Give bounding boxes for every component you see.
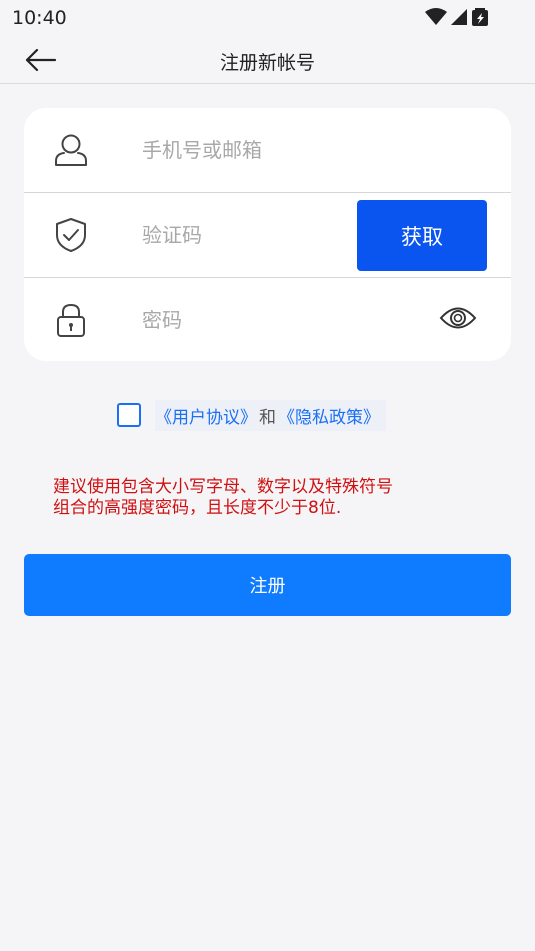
password-input[interactable]	[142, 302, 362, 338]
register-form-card: 获取	[24, 108, 511, 361]
status-bar: 10:40	[0, 0, 535, 36]
agreement-text: 《用户协议》 和 《隐私政策》	[155, 399, 386, 431]
password-hint: 建议使用包含大小写字母、数字以及特殊符号 组合的高强度密码，且长度不少于8位.	[53, 477, 493, 519]
privacy-policy-link[interactable]: 《隐私政策》	[278, 403, 380, 428]
account-row	[24, 108, 511, 192]
password-hint-line-2: 组合的高强度密码，且长度不少于8位.	[53, 498, 342, 518]
agreement-checkbox[interactable]	[117, 403, 141, 427]
user-agreement-link[interactable]: 《用户协议》	[155, 403, 257, 428]
status-time: 10:40	[12, 7, 67, 29]
code-input[interactable]	[142, 217, 362, 253]
code-row: 获取	[24, 192, 511, 278]
get-code-button[interactable]: 获取	[357, 200, 487, 271]
account-input[interactable]	[142, 132, 362, 168]
agreement-and: 和	[259, 407, 276, 428]
nav-bar: 注册新帐号	[0, 36, 535, 84]
password-hint-line-1: 建议使用包含大小写字母、数字以及特殊符号	[53, 477, 393, 497]
password-row	[24, 278, 511, 361]
agreement-row: 《用户协议》 和 《隐私政策》	[117, 399, 386, 431]
shield-check-icon	[52, 217, 90, 253]
battery-icon	[472, 8, 488, 26]
page-title: 注册新帐号	[219, 52, 315, 74]
user-icon	[52, 132, 90, 168]
wifi-icon	[425, 8, 447, 25]
status-icons	[425, 7, 497, 27]
password-visibility-toggle[interactable]	[436, 298, 480, 338]
eye-icon	[439, 307, 477, 329]
signal-icon	[451, 9, 467, 25]
register-button[interactable]: 注册	[24, 554, 511, 616]
lock-icon	[52, 302, 90, 338]
